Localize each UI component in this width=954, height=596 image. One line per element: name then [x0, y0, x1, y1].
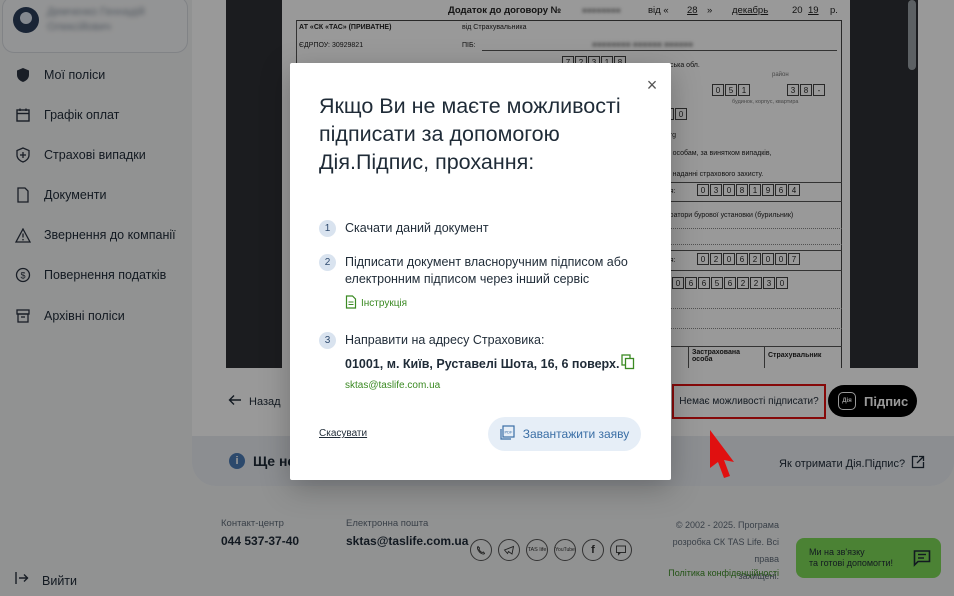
modal-title: Якщо Ви не маєте можливості підписати за… — [319, 94, 621, 174]
instruction-label: Інструкція — [361, 298, 408, 309]
svg-text:PDF: PDF — [504, 430, 513, 435]
pointer-arrow-icon — [707, 430, 737, 483]
document-icon — [345, 295, 357, 312]
cancel-button[interactable]: Скасувати — [319, 428, 367, 439]
step-number: 3 — [319, 332, 336, 349]
address-text: 01001, м. Київ, Руставелі Шота, 16, 6 по… — [345, 356, 620, 371]
step-text: Підписати документ власноручним підписом… — [345, 255, 628, 286]
step-number: 1 — [319, 220, 336, 237]
copy-icon[interactable] — [621, 354, 635, 373]
download-application-button[interactable]: PDF Завантажити заяву — [488, 417, 641, 451]
step-number: 2 — [319, 254, 336, 271]
step-text: Направити на адресу Страховика: — [345, 333, 545, 347]
close-icon[interactable]: × — [642, 75, 662, 95]
pdf-icon: PDF — [500, 425, 515, 443]
step-text: Скачати даний документ — [345, 221, 489, 235]
download-label: Завантажити заяву — [522, 427, 630, 441]
insurer-address: 01001, м. Київ, Руставелі Шота, 16, 6 по… — [345, 354, 635, 373]
sign-alternative-modal: × Якщо Ви не маєте можливості підписати … — [290, 63, 671, 480]
instruction-link[interactable]: Інструкція — [345, 295, 407, 312]
insurer-email-link[interactable]: sktas@taslife.com.ua — [345, 380, 440, 391]
